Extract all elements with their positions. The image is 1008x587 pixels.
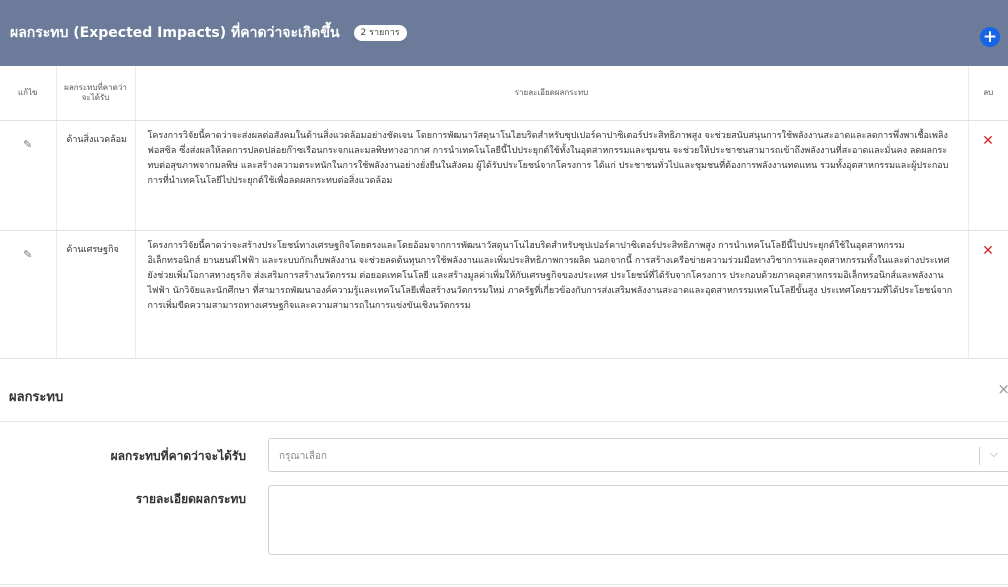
impact-select[interactable]: กรุณาเลือก ⌵ [268,438,1008,472]
impact-type: ด้านสิ่งแวดล้อม [56,120,136,231]
modal-divider [0,421,1008,422]
table-row: ✎ ด้านเศรษฐกิจ โครงการวิจัยนี้คาดว่าจะสร… [0,230,1008,359]
table-row: ✎ ด้านสิ่งแวดล้อม โครงการวิจัยนี้คาดว่าจ… [0,120,1008,231]
header-detail: รายละเอียดผลกระทบ [135,66,969,121]
modal-title: ผลกระทบ [9,390,64,405]
impact-type: ด้านเศรษฐกิจ [56,230,136,359]
impact-detail: โครงการวิจัยนี้คาดว่าจะสร้างประโยชน์ทางเ… [135,230,969,359]
edit-icon[interactable]: ✎ [23,248,32,261]
table-header-row: แก้ไข ผลกระทบที่คาดว่าจะได้รับ รายละเอีย… [0,66,1008,121]
impact-detail: โครงการวิจัยนี้คาดว่าจะส่งผลต่อสังคมในด้… [135,120,969,231]
panel-header: ผลกระทบ (Expected Impacts) ที่คาดว่าจะเก… [0,0,1008,66]
add-impact-button[interactable]: + [980,27,1000,47]
count-badge: 2 รายการ [353,25,407,41]
impact-select-label: ผลกระทบที่คาดว่าจะได้รับ [110,449,246,463]
header-delete: ลบ [968,66,1008,121]
footer-divider [0,584,1008,585]
detail-textarea[interactable] [268,485,1008,555]
impact-select-value: กรุณาเลือก [279,451,327,462]
close-icon[interactable]: × [997,380,1008,398]
delete-icon[interactable]: ✕ [982,133,994,149]
header-type: ผลกระทบที่คาดว่าจะได้รับ [56,66,136,121]
edit-icon[interactable]: ✎ [23,138,32,151]
chevron-down-icon[interactable]: ⌵ [990,447,998,461]
header-edit: แก้ไข [0,66,57,121]
impacts-table: แก้ไข ผลกระทบที่คาดว่าจะได้รับ รายละเอีย… [0,66,1008,359]
delete-icon[interactable]: ✕ [982,243,994,259]
panel-title: ผลกระทบ (Expected Impacts) ที่คาดว่าจะเก… [10,25,340,41]
detail-textarea-label: รายละเอียดผลกระทบ [135,492,246,506]
select-separator [979,447,980,465]
